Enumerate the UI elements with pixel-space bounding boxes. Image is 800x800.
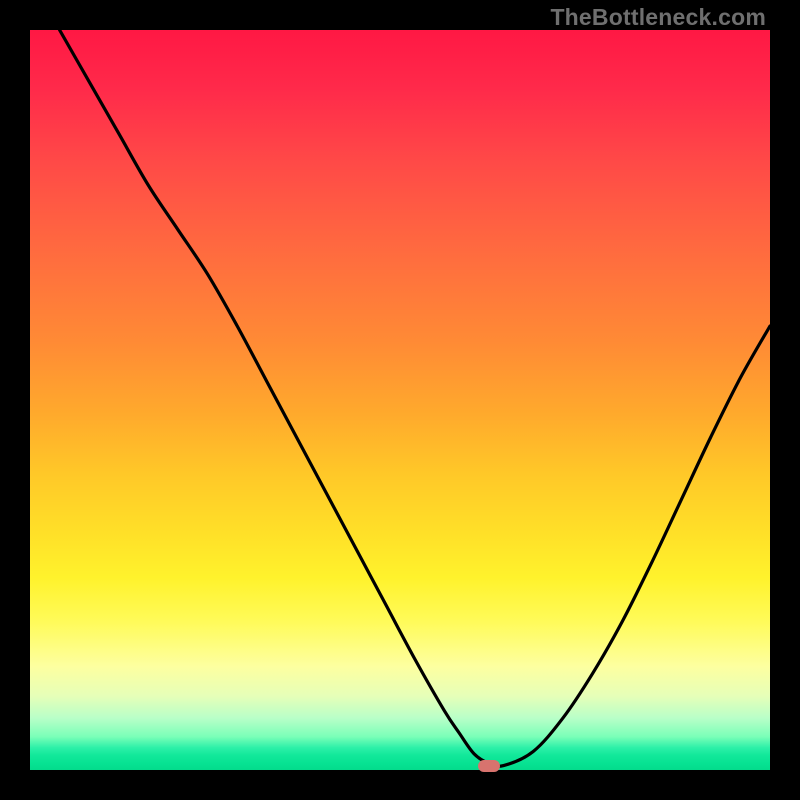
bottleneck-curve: [30, 30, 770, 770]
curve-path: [60, 30, 770, 766]
watermark-text: TheBottleneck.com: [550, 6, 766, 29]
chart-stage: TheBottleneck.com: [0, 0, 800, 800]
valley-marker: [478, 760, 500, 772]
plot-area: [30, 30, 770, 770]
